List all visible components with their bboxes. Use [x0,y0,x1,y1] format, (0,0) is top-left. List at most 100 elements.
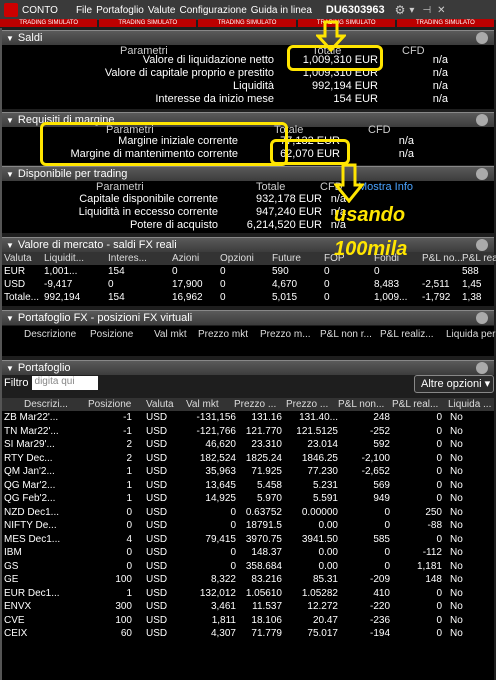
col-header[interactable]: Valuta [4,252,32,265]
section-title: Valore di mercato - saldi FX reali [17,239,177,251]
col-header[interactable]: Posizione [90,328,133,341]
mercato-cell: 1,009... [374,292,408,303]
table-cell: 585 [373,533,390,545]
table-row[interactable]: CVE 100 USD 1,811 18.106 20.47 -236 0 No [2,614,494,627]
col-header[interactable]: P&L non r... [320,328,372,341]
table-row[interactable]: NZD Dec1... 0 USD 0 0.63752 0.00000 0 250 No [2,506,494,519]
table-row[interactable]: GE 100 USD 8,322 83.216 85.31 -209 148 No [2,573,494,586]
disponibile-row: Potere di acquisto 6,214,520 EUR n/a [2,219,494,232]
filter-input[interactable]: digita qui [31,376,98,390]
col-header[interactable]: P&L real... [392,398,438,411]
col-header[interactable]: Prezzo mkt [198,328,248,341]
menu-file[interactable]: File [76,5,92,16]
settings-icon[interactable] [476,239,488,251]
close-icon[interactable]: ✕ [437,5,445,16]
col-header[interactable]: Liquida per [446,328,495,341]
table-cell: ENVX [4,601,32,612]
section-mercato-header[interactable]: ▼ Valore di mercato - saldi FX reali [2,237,494,252]
table-cell: 0 [384,547,390,558]
table-row[interactable]: ZB Mar22'... -1 USD -131,156 131.16 131.40...… [2,411,494,424]
mercato-cell: 8,483 [374,279,400,290]
gear-icon[interactable]: ⚙ [395,3,406,17]
table-cell: USD [146,412,168,423]
help-icon[interactable] [476,168,488,180]
col-header[interactable]: Descrizione [24,328,76,341]
col-header[interactable]: Val mkt [154,328,187,341]
collapse-icon[interactable]: ▼ [6,241,14,250]
section-fx-header[interactable]: ▼ Portafoglio FX - posizioni FX virtuali [2,310,494,325]
table-row[interactable]: IBM 0 USD 0 148.37 0.00 0 -112 No [2,546,494,559]
table-cell: 0 [126,547,132,558]
table-row[interactable]: CEIX 60 USD 4,307 71.779 75.017 -194 0 No [2,627,494,640]
col-header[interactable]: Val mkt [186,398,219,411]
col-header[interactable]: Future [272,252,301,265]
col-header[interactable]: Liquidit... [44,252,84,265]
table-cell: 0 [436,601,442,612]
table-row[interactable]: SI Mar29'... 2 USD 46,620 23.310 23.014 592 0 No [2,438,494,451]
pin-icon[interactable]: ⊣ [422,5,431,16]
table-row[interactable]: ENVX 300 USD 3,461 11.537 12.272 -220 0 No [2,600,494,613]
menu-guida[interactable]: Guida in linea [251,5,312,16]
table-row[interactable]: MES Dec1... 4 USD 79,415 3970.75 3941.50 585 0 N… [2,533,494,546]
table-cell: No [450,628,463,639]
section-portafoglio-header[interactable]: ▼ Portafoglio [2,360,494,375]
mercato-row[interactable]: USD -9,417 0 17,900 0 4,670 0 8,483 -2,511 1,45 [2,278,494,291]
col-header[interactable]: Opzioni [220,252,254,265]
section-disponibile-header[interactable]: ▼ Disponibile per trading [2,166,494,181]
help-icon[interactable] [476,32,488,44]
table-row[interactable]: RTY Dec... 2 USD 182,524 1825.24 1846.25 -2,10… [2,452,494,465]
collapse-icon[interactable]: ▼ [6,34,14,43]
menu-account[interactable]: CONTO [22,5,58,16]
col-header[interactable]: Descrizi... [24,398,68,411]
table-cell: No [450,533,463,545]
col-header[interactable]: Prezzo ... [234,398,276,411]
col-header[interactable]: Prezzo ... [286,398,328,411]
section-saldi-header[interactable]: ▼ Saldi [2,30,494,45]
table-row[interactable]: QG Mar'2... 1 USD 13,645 5.458 5.231 569 0 No [2,479,494,492]
table-cell: -194 [369,628,390,639]
more-options-button[interactable]: Altre opzioni ▾ [414,375,494,393]
menu-portafoglio[interactable]: Portafoglio [96,5,144,16]
col-header[interactable]: P&L rea [462,252,496,265]
table-cell: 18791.5 [245,520,282,531]
table-cell: USD [146,479,168,491]
col-header[interactable]: Interes... [108,252,147,265]
table-cell: 23.014 [307,439,338,450]
table-cell: USD [146,452,168,464]
mercato-row[interactable]: Totale... 992,194 154 16,962 0 5,015 0 1,009...… [2,291,494,304]
col-header[interactable]: P&L non... [338,398,384,411]
collapse-icon[interactable]: ▼ [6,364,14,373]
table-cell: No [450,425,463,437]
table-cell: USD [146,493,168,504]
col-header[interactable]: Valuta [146,398,174,411]
col-header[interactable]: P&L realiz... [380,328,434,341]
col-header[interactable]: Prezzo m... [260,328,311,341]
dropdown-icon[interactable]: ▾ [409,5,414,16]
table-row[interactable]: TN Mar22'... -1 USD -121,766 121.770 121.5125… [2,425,494,438]
col-header[interactable]: Liquida ... [448,398,491,411]
table-cell: 358.684 [245,560,282,572]
table-cell: USD [146,574,168,585]
settings-icon[interactable] [476,362,488,374]
table-row[interactable]: EUR Dec1... 1 USD 132,012 1.05610 1.05282 410 0… [2,587,494,600]
col-header[interactable]: P&L no... [422,252,463,265]
table-row[interactable]: GS 0 USD 0 358.684 0.00 0 1,181 No [2,560,494,573]
menu-valute[interactable]: Valute [148,5,176,16]
table-cell: 5.970 [256,493,282,504]
mercato-cell: 0 [324,266,330,277]
settings-icon[interactable] [476,312,488,324]
table-row[interactable]: QG Feb'2... 1 USD 14,925 5.970 5.591 949 0 No [2,492,494,505]
collapse-icon[interactable]: ▼ [6,314,14,323]
table-cell: 71.925 [251,466,282,477]
collapse-icon[interactable]: ▼ [6,170,14,179]
table-cell: 0 [384,520,390,531]
table-row[interactable]: QM Jan'2... 1 USD 35,963 71.925 77.230 -2,652 0… [2,465,494,478]
sim-label: TRADING SIMULATO [297,19,395,27]
mercato-row[interactable]: EUR 1,001... 154 0 0 590 0 0 588 [2,265,494,278]
table-cell: 248 [373,412,390,423]
table-row[interactable]: NIFTY De... 0 USD 0 18791.5 0.00 0 -88 No [2,519,494,532]
menu-configurazione[interactable]: Configurazione [180,5,247,16]
col-header[interactable]: Azioni [172,252,199,265]
table-cell: No [450,587,463,599]
col-header[interactable]: Posizione [88,398,131,411]
